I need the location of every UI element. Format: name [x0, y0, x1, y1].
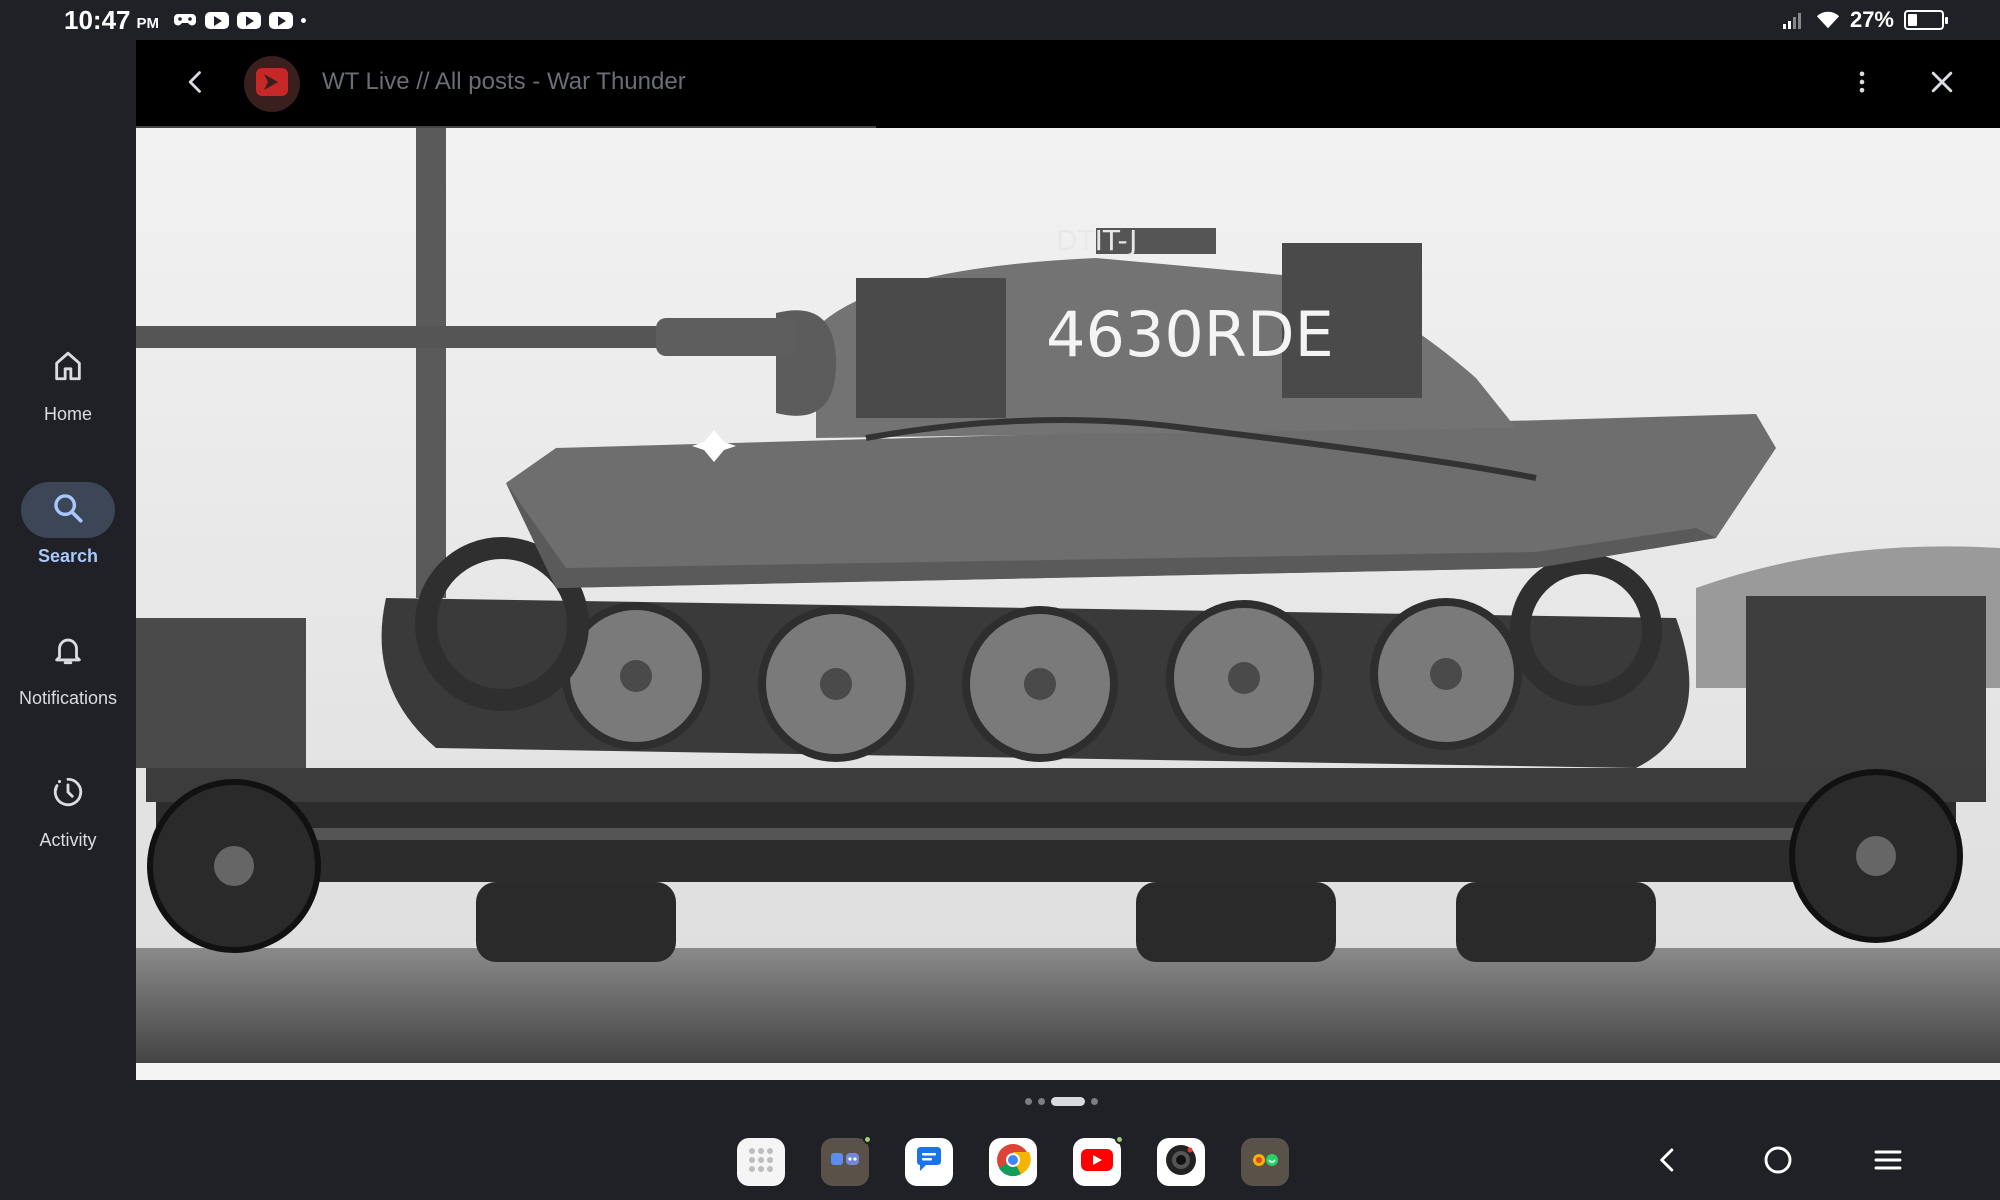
home-icon: [51, 349, 85, 388]
sidebar-item-notifications[interactable]: Notifications: [0, 624, 136, 709]
chat-folder-icon: [828, 1143, 862, 1182]
chevron-left-icon: [1653, 1145, 1683, 1180]
gamepad-icon: [173, 11, 197, 29]
more-vert-icon: [1848, 68, 1876, 101]
close-icon: [1927, 67, 1957, 102]
wifi-icon: [1816, 11, 1840, 29]
status-right: 27%: [1782, 7, 1948, 33]
pager-dot[interactable]: [1091, 1098, 1098, 1105]
more-notifications-dot: [301, 17, 306, 23]
app-drawer-button[interactable]: [737, 1138, 785, 1186]
page-title[interactable]: WT Live // All posts - War Thunder: [322, 68, 686, 96]
nav-icon-container: [21, 482, 115, 538]
site-logo[interactable]: [244, 56, 300, 112]
taskbar: [0, 1135, 2000, 1200]
tank-marking-top: DTIT-J: [1056, 224, 1137, 257]
nav-icon-container: [21, 624, 115, 680]
close-button[interactable]: [1922, 64, 1962, 104]
back-button[interactable]: [176, 64, 216, 104]
notification-badge: [1115, 1135, 1124, 1144]
system-back-button[interactable]: [1648, 1142, 1688, 1182]
activity-icon: [51, 775, 85, 814]
search-icon: [51, 491, 85, 530]
youtube-icon: [205, 11, 229, 29]
camera-icon: [1163, 1142, 1199, 1183]
clock-ampm: PM: [136, 14, 160, 32]
image-preview[interactable]: 4630RDE DTIT-J: [136, 128, 2000, 1080]
youtube-icon: [269, 11, 293, 29]
sidebar-item-home[interactable]: Home: [0, 340, 136, 425]
battery-fill: [1908, 14, 1917, 26]
battery-percent: 27%: [1849, 7, 1894, 32]
sidebar-item-label: Home: [43, 404, 92, 424]
war-thunder-logo-icon: [252, 62, 292, 107]
chevron-left-icon: [182, 68, 210, 101]
pager-dot[interactable]: [1025, 1098, 1032, 1105]
sidebar-item-label: Search: [37, 546, 99, 566]
chrome-app-button[interactable]: [989, 1138, 1037, 1186]
bell-icon: [51, 633, 85, 672]
youtube-app-button[interactable]: [1073, 1135, 1124, 1186]
youtube-icon: [237, 11, 261, 29]
chrome-icon: [995, 1142, 1031, 1183]
nav-icon-container: [21, 340, 115, 396]
messaging-folder-button[interactable]: [821, 1135, 872, 1186]
sidebar-nav: Home Search Notifications Activity: [0, 40, 136, 1090]
system-recents-button[interactable]: [1868, 1142, 1908, 1182]
camera-app-button[interactable]: [1157, 1138, 1205, 1186]
image-pager: [1025, 1097, 1098, 1106]
home-circle-icon: [1762, 1144, 1794, 1181]
status-left: 10:47 PM: [64, 5, 306, 36]
status-bar: 10:47 PM 27%: [0, 0, 2000, 40]
more-options-button[interactable]: [1842, 64, 1882, 104]
sidebar-item-activity[interactable]: Activity: [0, 766, 136, 851]
pager-dot[interactable]: [1038, 1098, 1045, 1105]
sidebar-item-label: Activity: [39, 830, 97, 850]
sidebar-item-search[interactable]: Search: [0, 482, 136, 567]
system-navigation: [1648, 1142, 1908, 1182]
grid-icon: [746, 1145, 776, 1180]
message-bubble-icon: [912, 1143, 946, 1182]
menu-icon: [1872, 1144, 1904, 1181]
messages-app-button[interactable]: [905, 1138, 953, 1186]
image-viewer-header: WT Live // All posts - War Thunder: [136, 40, 2000, 128]
system-home-button[interactable]: [1758, 1142, 1798, 1182]
signal-icon: [1782, 11, 1806, 29]
youtube-icon: [1080, 1147, 1114, 1178]
social-folder-icon: [1248, 1143, 1282, 1182]
notification-badge: [863, 1135, 872, 1144]
clock: 10:47: [64, 4, 131, 35]
social-folder-button[interactable]: [1241, 1138, 1289, 1186]
tank-marking: 4630RDE: [1046, 298, 1334, 371]
pager-dot-active[interactable]: [1051, 1097, 1085, 1106]
tank-photo: 4630RDE DTIT-J: [136, 128, 2000, 1080]
app-dock: [737, 1135, 1289, 1186]
battery-icon: [1904, 10, 1948, 30]
sidebar-item-label: Notifications: [18, 688, 118, 708]
nav-icon-container: [21, 766, 115, 822]
